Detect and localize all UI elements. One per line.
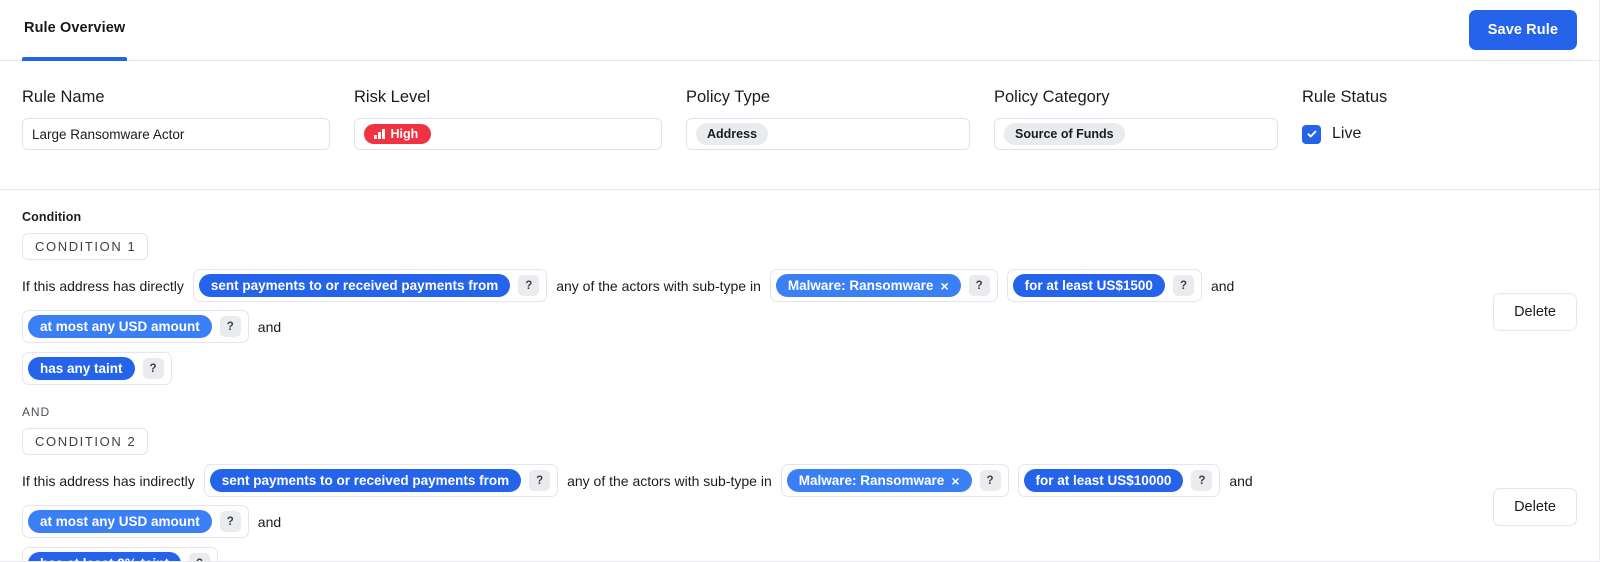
condition-2-action-field[interactable]: sent payments to or received payments fr… bbox=[203, 464, 559, 497]
policy-category-label: Policy Category bbox=[994, 88, 1110, 106]
rule-status-value: Live bbox=[1332, 125, 1362, 142]
help-icon[interactable]: ? bbox=[189, 553, 211, 561]
rule-status-label: Rule Status bbox=[1302, 88, 1388, 106]
remove-chip-icon[interactable]: × bbox=[940, 279, 948, 293]
condition-1-row: If this address has directly sent paymen… bbox=[22, 269, 1422, 343]
condition-1-taint-field[interactable]: has any taint ? bbox=[22, 352, 172, 385]
condition-section-title: Condition bbox=[22, 210, 82, 224]
condition-1-action-field[interactable]: sent payments to or received payments fr… bbox=[192, 269, 548, 302]
help-icon[interactable]: ? bbox=[219, 511, 241, 532]
field-rule-name: Rule Name Large Ransomware Actor bbox=[22, 88, 330, 189]
condition-2-taint-pill: has at least 2% taint bbox=[28, 552, 182, 561]
condition-2-row: If this address has indirectly sent paym… bbox=[22, 464, 1422, 538]
risk-level-select[interactable]: High bbox=[354, 118, 662, 150]
condition-2-min-amount-field[interactable]: for at least US$10000 ? bbox=[1017, 464, 1221, 497]
rule-fields-row: Rule Name Large Ransomware Actor Risk Le… bbox=[0, 61, 1599, 190]
condition-2-action-pill: sent payments to or received payments fr… bbox=[209, 469, 522, 492]
condition-1-subtype-pill: Malware: Ransomware × bbox=[775, 274, 961, 297]
tab-label: Rule Overview bbox=[24, 20, 126, 36]
condition-1-min-amount-field[interactable]: for at least US$1500 ? bbox=[1006, 269, 1202, 302]
field-risk-level: Risk Level High bbox=[354, 88, 662, 189]
risk-level-badge: High bbox=[364, 124, 432, 144]
condition-1-taint-pill: has any taint bbox=[28, 357, 135, 380]
condition-2-taint-row: has at least 2% taint ? bbox=[22, 547, 1577, 561]
remove-chip-icon[interactable]: × bbox=[951, 474, 959, 488]
save-rule-button[interactable]: Save Rule bbox=[1468, 10, 1577, 50]
help-icon[interactable]: ? bbox=[1191, 470, 1213, 491]
condition-block-1: CONDITION 1 If this address has directly… bbox=[22, 233, 1577, 385]
condition-block-2: CONDITION 2 If this address has indirect… bbox=[22, 428, 1577, 561]
condition-1-subtype-label: Malware: Ransomware bbox=[787, 278, 934, 293]
condition-1-subtype-field[interactable]: Malware: Ransomware × ? bbox=[769, 269, 998, 302]
condition-1-max-amount-field[interactable]: at most any USD amount ? bbox=[22, 310, 249, 343]
help-icon[interactable]: ? bbox=[1172, 275, 1194, 296]
policy-type-label: Policy Type bbox=[686, 88, 771, 106]
condition-1-taint-row: has any taint ? bbox=[22, 352, 1577, 385]
condition-1-conjunction-2: and bbox=[257, 318, 282, 335]
condition-1-badge: CONDITION 1 bbox=[22, 233, 149, 260]
rule-status-checkbox[interactable] bbox=[1302, 124, 1321, 144]
condition-2-conjunction-2: and bbox=[257, 513, 282, 530]
condition-1-middle-text: any of the actors with sub-type in bbox=[556, 277, 761, 294]
rule-status-row: Live bbox=[1302, 118, 1502, 150]
condition-1-action-pill: sent payments to or received payments fr… bbox=[198, 274, 511, 297]
delete-condition-1-button[interactable]: Delete bbox=[1493, 293, 1577, 331]
risk-level-value: High bbox=[390, 127, 419, 141]
policy-type-select[interactable]: Address bbox=[686, 118, 970, 150]
condition-2-prefix-text: If this address has indirectly bbox=[22, 472, 195, 489]
risk-level-label: Risk Level bbox=[354, 88, 431, 106]
policy-type-value: Address bbox=[696, 123, 769, 145]
rule-name-label: Rule Name bbox=[22, 88, 105, 106]
help-icon[interactable]: ? bbox=[142, 358, 164, 379]
tab-bar: Rule Overview bbox=[22, 0, 128, 61]
delete-condition-2-button[interactable]: Delete bbox=[1493, 488, 1577, 526]
condition-2-badge: CONDITION 2 bbox=[22, 428, 149, 455]
condition-2-max-amount-pill: at most any USD amount bbox=[28, 510, 212, 533]
condition-1-prefix-text: If this address has directly bbox=[22, 277, 184, 294]
policy-category-value: Source of Funds bbox=[1004, 123, 1125, 145]
help-icon[interactable]: ? bbox=[968, 275, 990, 296]
condition-2-taint-field[interactable]: has at least 2% taint ? bbox=[22, 547, 219, 561]
condition-1-max-amount-pill: at most any USD amount bbox=[28, 315, 212, 338]
field-policy-type: Policy Type Address bbox=[686, 88, 970, 189]
conditions-section: Condition CONDITION 1 If this address ha… bbox=[0, 190, 1599, 561]
conditions-and-separator: AND bbox=[22, 405, 51, 419]
rule-editor-page: Rule Overview Save Rule Rule Name Large … bbox=[0, 0, 1600, 562]
rule-name-input[interactable]: Large Ransomware Actor bbox=[22, 118, 330, 150]
condition-2-middle-text: any of the actors with sub-type in bbox=[567, 472, 772, 489]
help-icon[interactable]: ? bbox=[219, 316, 241, 337]
condition-2-subtype-field[interactable]: Malware: Ransomware × ? bbox=[780, 464, 1009, 497]
page-header: Rule Overview Save Rule bbox=[0, 0, 1599, 61]
condition-2-min-amount-pill: for at least US$10000 bbox=[1023, 469, 1184, 492]
condition-1-conjunction-1: and bbox=[1210, 277, 1235, 294]
policy-category-select[interactable]: Source of Funds bbox=[994, 118, 1278, 150]
help-icon[interactable]: ? bbox=[529, 470, 551, 491]
tab-rule-overview[interactable]: Rule Overview bbox=[22, 0, 128, 61]
help-icon[interactable]: ? bbox=[979, 470, 1001, 491]
condition-2-subtype-label: Malware: Ransomware bbox=[798, 473, 945, 488]
condition-1-min-amount-pill: for at least US$1500 bbox=[1012, 274, 1165, 297]
condition-2-max-amount-field[interactable]: at most any USD amount ? bbox=[22, 505, 249, 538]
field-policy-category: Policy Category Source of Funds bbox=[994, 88, 1278, 189]
help-icon[interactable]: ? bbox=[518, 275, 540, 296]
condition-2-subtype-pill: Malware: Ransomware × bbox=[786, 469, 972, 492]
condition-2-conjunction-1: and bbox=[1229, 472, 1253, 489]
bar-chart-icon bbox=[374, 129, 385, 139]
field-rule-status: Rule Status Live bbox=[1302, 88, 1502, 189]
